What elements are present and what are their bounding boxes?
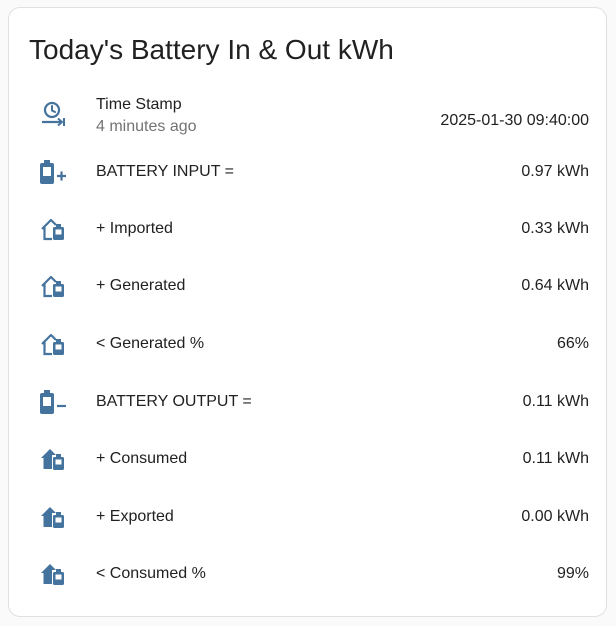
entity-name: + Generated xyxy=(96,277,186,294)
home-battery-outline-icon xyxy=(39,217,67,241)
home-battery-icon xyxy=(39,562,67,586)
home-battery-icon xyxy=(39,505,67,529)
clock-arrow-icon xyxy=(39,101,67,127)
home-battery-icon xyxy=(39,447,67,471)
entity-row-battery-output[interactable]: BATTERY OUTPUT = 0.11 kWh xyxy=(9,382,608,422)
entities-card: Today's Battery In & Out kWh Time Stamp … xyxy=(8,7,607,617)
entity-row-generated[interactable]: + Generated 0.64 kWh xyxy=(9,266,608,306)
battery-plus-icon xyxy=(39,160,67,184)
entity-name-stack: Time Stamp 4 minutes ago xyxy=(96,94,197,138)
entity-name: BATTERY INPUT = xyxy=(96,163,234,180)
entity-state: 0.97 kWh xyxy=(521,163,589,180)
entity-row-imported[interactable]: + Imported 0.33 kWh xyxy=(9,209,608,249)
entity-secondary-info: 4 minutes ago xyxy=(96,118,197,135)
entity-row-generated-percent[interactable]: < Generated % 66% xyxy=(9,324,608,364)
entity-state: 2025-01-30 09:40:00 xyxy=(440,112,589,129)
entity-state: 0.00 kWh xyxy=(521,508,589,525)
home-battery-outline-icon xyxy=(39,332,67,356)
entity-state: 0.64 kWh xyxy=(521,277,589,294)
entity-row-consumed-percent[interactable]: < Consumed % 99% xyxy=(9,554,608,594)
entity-row-consumed[interactable]: + Consumed 0.11 kWh xyxy=(9,439,608,479)
entity-row-exported[interactable]: + Exported 0.00 kWh xyxy=(9,497,608,537)
entity-row-battery-input[interactable]: BATTERY INPUT = 0.97 kWh xyxy=(9,152,608,192)
entity-state: 0.33 kWh xyxy=(521,220,589,237)
entity-name: + Exported xyxy=(96,508,174,525)
entity-name: < Generated % xyxy=(96,335,205,352)
entity-row-time-stamp[interactable]: Time Stamp 4 minutes ago 2025-01-30 09:4… xyxy=(9,94,608,135)
entity-state: 0.11 kWh xyxy=(522,393,589,410)
home-battery-outline-icon xyxy=(39,274,67,298)
card-title: Today's Battery In & Out kWh xyxy=(29,34,394,65)
entity-name: BATTERY OUTPUT = xyxy=(96,393,252,410)
entity-state: 99% xyxy=(556,565,589,582)
entity-name: Time Stamp xyxy=(96,96,182,113)
entity-state: 66% xyxy=(556,335,589,352)
entity-name: + Consumed xyxy=(96,450,188,467)
battery-minus-icon xyxy=(39,390,67,414)
entity-state: 0.11 kWh xyxy=(522,450,589,467)
entity-name: < Consumed % xyxy=(96,565,206,582)
entity-name: + Imported xyxy=(96,220,173,237)
